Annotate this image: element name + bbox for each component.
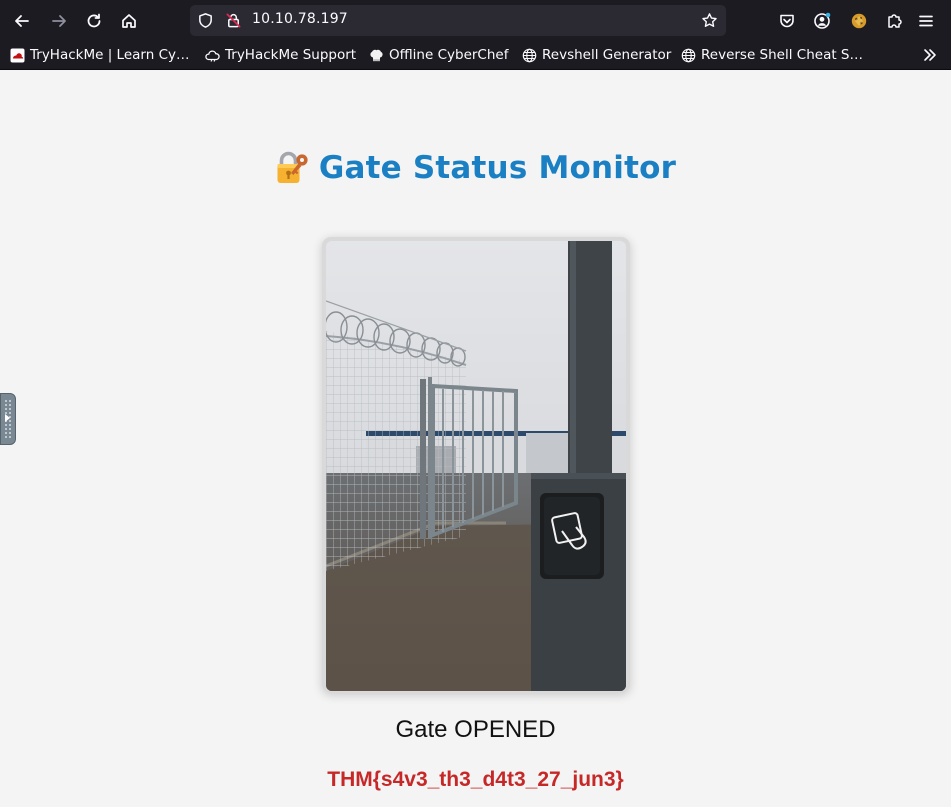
back-arrow-icon: [15, 15, 29, 27]
page-content: Gate Status Monitor Gate OPENED THM{s4v3…: [0, 71, 951, 807]
home-icon: [122, 14, 136, 28]
cloud-icon: [205, 50, 220, 62]
shield-icon[interactable]: [197, 12, 214, 29]
page-heading: Gate Status Monitor: [318, 150, 677, 186]
pocket-icon: [780, 14, 794, 28]
tryhackme-icon: [10, 48, 25, 62]
globe-icon: [522, 48, 537, 62]
url-bar[interactable]: 10.10.78.197: [190, 5, 726, 36]
back-button[interactable]: [9, 8, 35, 34]
bookmark-offline-cyberchef[interactable]: Offline CyberChef: [369, 46, 508, 64]
pocket-button[interactable]: [774, 8, 800, 34]
flag-text: THM{s4v3_th3_d4t3_27_jun3}: [327, 768, 624, 791]
lock-with-key-icon: [277, 151, 308, 183]
forward-arrow-icon: [52, 15, 66, 27]
home-button[interactable]: [116, 8, 142, 34]
bookmark-star-icon[interactable]: [701, 12, 718, 29]
account-button[interactable]: [809, 8, 835, 34]
bookmark-tryhackme-support[interactable]: TryHackMe Support: [205, 46, 356, 64]
gate-photo-frame: [322, 237, 630, 693]
bookmark-reverse-shell-cheat-sheet[interactable]: Reverse Shell Cheat S…: [681, 46, 863, 64]
extension-button[interactable]: [846, 8, 872, 34]
page-title: Gate Status Monitor: [0, 146, 951, 190]
puzzle-piece-icon: [888, 14, 902, 28]
menu-button[interactable]: [913, 8, 939, 34]
bookmark-tryhackme[interactable]: TryHackMe | Learn Cy…: [10, 46, 190, 64]
insecure-lock-icon[interactable]: [225, 12, 242, 29]
bookmarks-overflow-chevron-icon[interactable]: [921, 46, 939, 64]
chef-hat-icon: [370, 49, 383, 61]
browser-toolbar: 10.10.78.197: [0, 0, 951, 40]
hamburger-menu-icon: [919, 15, 933, 27]
forward-button[interactable]: [46, 8, 72, 34]
extensions-button[interactable]: [881, 8, 907, 34]
bookmark-revshell-generator[interactable]: Revshell Generator: [522, 46, 671, 64]
globe-icon: [681, 48, 696, 62]
gate-photo: [326, 241, 626, 691]
sidebar-toggle-handle[interactable]: [0, 393, 16, 445]
bookmark-label: Reverse Shell Cheat S…: [701, 47, 863, 63]
bookmark-label: TryHackMe | Learn Cy…: [30, 47, 190, 63]
bookmark-label: Offline CyberChef: [389, 47, 509, 63]
reload-icon: [87, 13, 101, 28]
bookmarks-toolbar: TryHackMe | Learn Cy… TryHackMe Support …: [0, 40, 951, 70]
bookmark-label: Revshell Generator: [542, 47, 672, 63]
expand-arrow-icon: [5, 414, 10, 422]
account-icon: [814, 12, 831, 29]
extension-cookie-icon: [851, 13, 867, 29]
gate-status-text: Gate OPENED: [395, 716, 556, 743]
url-text[interactable]: 10.10.78.197: [252, 11, 348, 27]
reload-button[interactable]: [81, 8, 107, 34]
bookmark-label: TryHackMe Support: [225, 47, 357, 63]
